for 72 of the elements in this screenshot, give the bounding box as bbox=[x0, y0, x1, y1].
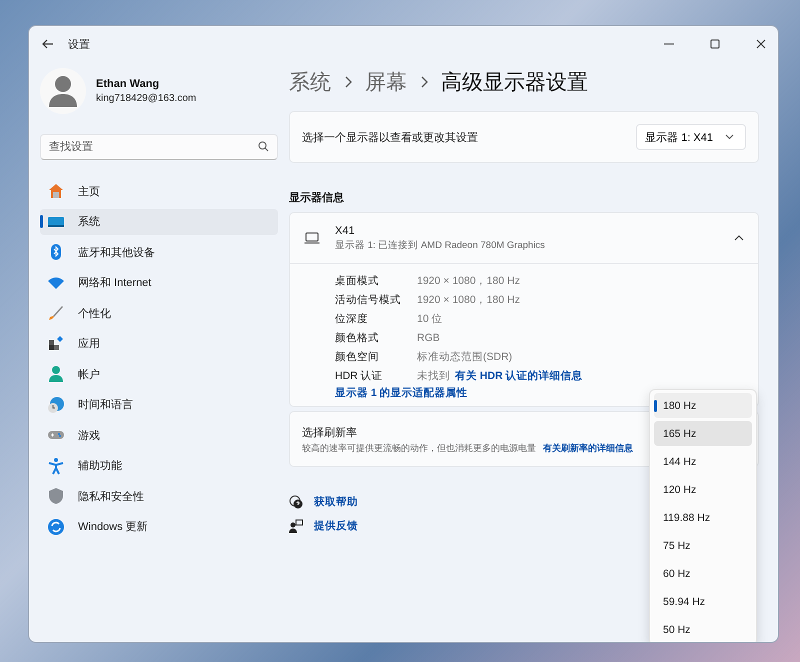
display-info-header[interactable]: X41 显示器 1: 已连接到 AMD Radeon 780M Graphics bbox=[290, 213, 758, 264]
menu-item[interactable]: 60 Hz bbox=[654, 561, 752, 586]
window-title: 设置 bbox=[68, 38, 90, 52]
brush-icon bbox=[47, 304, 65, 322]
feedback-link[interactable]: 提供反馈 bbox=[314, 519, 358, 533]
info-label: 位深度 bbox=[335, 312, 369, 326]
breadcrumb-item: 高级显示器设置 bbox=[441, 70, 588, 96]
setting-label: 选择一个显示器以查看或更改其设置 bbox=[302, 130, 478, 144]
menu-item[interactable]: 119.88 Hz bbox=[654, 505, 752, 530]
account-email: king718429@163.com bbox=[96, 93, 196, 104]
sidebar-item[interactable]: 蓝牙和其他设备 bbox=[40, 239, 278, 265]
sidebar-item[interactable]: 应用 bbox=[40, 330, 278, 356]
info-label: HDR 认证 bbox=[335, 368, 384, 382]
info-label: 颜色空间 bbox=[335, 350, 380, 364]
info-label: 颜色格式 bbox=[335, 330, 380, 344]
sidebar-item[interactable]: 时间和语言 bbox=[40, 392, 278, 418]
clock-globe-icon bbox=[47, 396, 65, 414]
sidebar-item[interactable]: Windows 更新 bbox=[40, 514, 278, 540]
sidebar-item[interactable]: 隐私和安全性 bbox=[40, 483, 278, 509]
account-name: Ethan Wang bbox=[96, 78, 160, 90]
sidebar-item[interactable]: 帐户 bbox=[40, 361, 278, 387]
menu-item[interactable]: 144 Hz bbox=[654, 449, 752, 474]
maximize-icon[interactable] bbox=[710, 39, 720, 49]
refresh-rate-info-link[interactable]: 有关刷新率的详细信息 bbox=[543, 442, 633, 455]
sidebar-item[interactable]: 系统 bbox=[40, 208, 278, 234]
person-icon bbox=[47, 365, 65, 383]
info-value: 1920 × 1080，180 Hz bbox=[417, 292, 520, 306]
menu-item[interactable]: 120 Hz bbox=[654, 477, 752, 502]
sidebar-item[interactable]: 个性化 bbox=[40, 300, 278, 326]
info-label: 活动信号模式 bbox=[335, 292, 402, 306]
feedback-icon bbox=[289, 519, 303, 533]
info-value: 未找到 bbox=[417, 368, 450, 382]
sidebar-item[interactable]: 网络和 Internet bbox=[40, 270, 278, 296]
info-value: 10 位 bbox=[417, 312, 443, 326]
refresh-icon bbox=[47, 518, 65, 536]
help-icon bbox=[289, 495, 303, 509]
menu-item[interactable]: 75 Hz bbox=[654, 533, 752, 558]
apps-icon bbox=[47, 334, 65, 352]
display-dropdown[interactable]: 显示器 1: X41 bbox=[636, 124, 746, 150]
hdr-info-link[interactable]: 有关 HDR 认证的详细信息 bbox=[455, 368, 583, 382]
menu-item[interactable]: 180 Hz bbox=[654, 393, 752, 418]
setting-description: 较高的速率可提供更流畅的动作，但也消耗更多的电源电量 bbox=[302, 442, 536, 455]
chevron-up-icon bbox=[734, 235, 744, 241]
breadcrumb-item[interactable]: 屏幕 bbox=[365, 68, 407, 96]
home-icon bbox=[47, 182, 65, 200]
info-value: 1920 × 1080，180 Hz bbox=[417, 274, 520, 288]
search-field[interactable]: 查找设置 bbox=[40, 134, 278, 160]
display-name: X41 bbox=[335, 224, 356, 236]
menu-item[interactable]: 165 Hz bbox=[654, 421, 752, 446]
chevron-right-icon bbox=[419, 75, 429, 89]
shield-icon bbox=[47, 487, 65, 505]
section-title: 显示器信息 bbox=[289, 190, 345, 205]
menu-item[interactable]: 50 Hz bbox=[654, 617, 752, 642]
info-value: RGB bbox=[417, 332, 440, 344]
sidebar-item[interactable]: 辅助功能 bbox=[40, 452, 278, 478]
sidebar-item[interactable]: 游戏 bbox=[40, 422, 278, 448]
setting-label: 选择刷新率 bbox=[302, 426, 357, 440]
chevron-down-icon bbox=[725, 134, 734, 140]
avatar bbox=[40, 68, 86, 114]
menu-item[interactable]: 59.94 Hz bbox=[654, 589, 752, 614]
close-icon[interactable] bbox=[756, 39, 766, 49]
get-help-link[interactable]: 获取帮助 bbox=[314, 495, 358, 509]
back-icon[interactable] bbox=[42, 39, 54, 49]
info-label: 桌面模式 bbox=[335, 274, 380, 288]
chevron-right-icon bbox=[343, 75, 353, 89]
info-value: 标准动态范围(SDR) bbox=[417, 350, 512, 364]
accessibility-icon bbox=[47, 456, 65, 474]
breadcrumb-item[interactable]: 系统 bbox=[289, 68, 331, 96]
sidebar-item[interactable]: 主页 bbox=[40, 178, 278, 204]
laptop-icon bbox=[304, 232, 320, 244]
display-subtitle: 显示器 1: 已连接到 AMD Radeon 780M Graphics bbox=[335, 238, 546, 252]
search-icon bbox=[258, 141, 269, 152]
